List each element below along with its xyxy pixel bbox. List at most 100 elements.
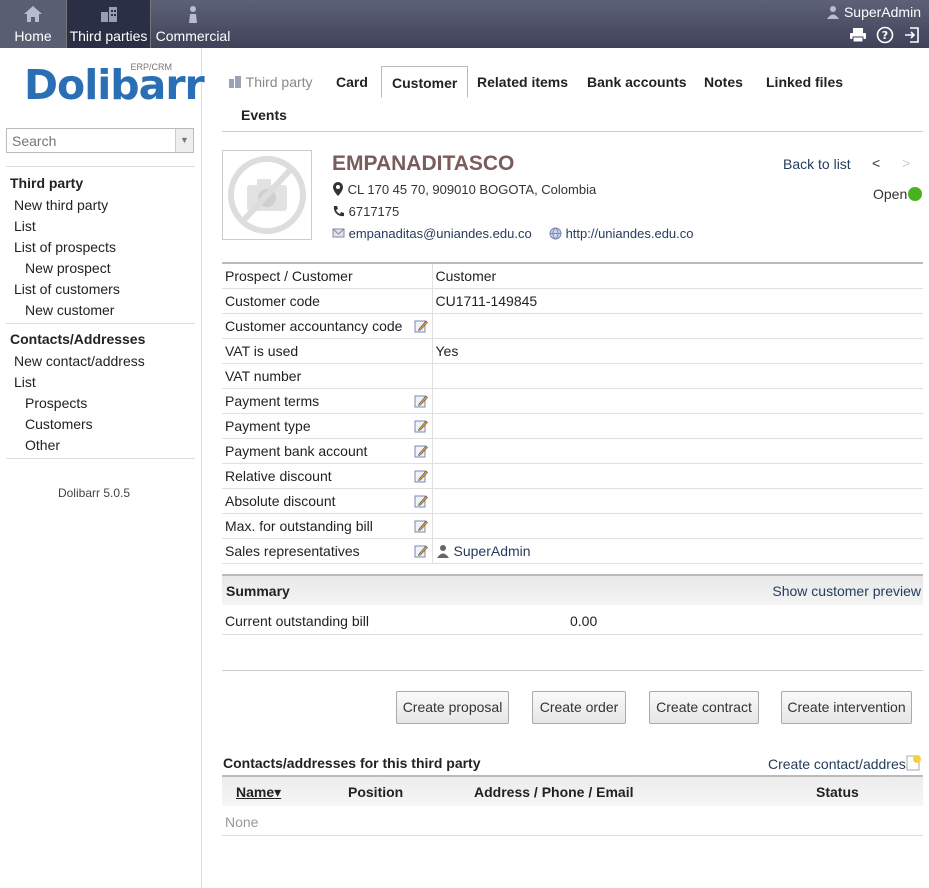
outstanding-bill-label: Current outstanding bill [225,613,369,629]
nav-home[interactable]: Home [0,0,66,48]
nav-commercial[interactable]: Commercial [152,0,234,48]
help-icon[interactable]: ? [876,26,894,44]
create-intervention-button[interactable]: Create intervention [781,691,912,724]
tab-linked-files[interactable]: Linked files [756,66,853,98]
summary-header: Summary Show customer preview [222,574,923,605]
user-menu[interactable]: SuperAdmin [826,4,921,20]
left-menu: ERP/CRM Dolibarr ▼ Third party New third… [0,48,205,888]
outstanding-bill-value: 0.00 [570,613,598,629]
user-name: SuperAdmin [843,4,921,20]
company-address: CL 170 45 70, 909010 BOGOTA, Colombia [347,182,597,197]
tab-events[interactable]: Events [231,99,297,131]
top-bar: Home Third parties Commercial SuperAdmin… [0,0,929,48]
create-contract-button[interactable]: Create contract [649,691,759,724]
tabs-underline [222,131,923,132]
field-value [432,363,923,389]
menu-new-prospect[interactable]: New prospect [25,260,111,276]
search-dropdown-icon[interactable]: ▼ [175,129,193,152]
briefcase-person-icon [189,6,197,23]
menu-list-customers[interactable]: List of customers [14,281,120,297]
company-photo-placeholder[interactable] [222,150,312,240]
create-proposal-button[interactable]: Create proposal [396,691,509,724]
tab-card[interactable]: Card [326,66,378,98]
contacts-table-header: Name▾ Position Address / Phone / Email S… [222,775,923,806]
menu-list-third-parties[interactable]: List [14,218,36,234]
edit-icon[interactable] [414,519,428,533]
home-icon [24,6,42,22]
no-photo-icon [228,156,306,234]
info-row: VAT number [222,363,923,389]
tab-related-items[interactable]: Related items [467,66,578,98]
tab-third-party[interactable]: Third party [218,66,323,98]
next-record-button[interactable]: > [902,155,910,171]
field-value-text: CU1711-149845 [435,292,538,309]
edit-icon[interactable] [414,494,428,508]
edit-icon[interactable] [414,469,428,483]
search-input[interactable] [7,129,173,152]
edit-icon[interactable] [414,544,428,558]
print-icon[interactable] [849,26,867,44]
menu-contacts-customers[interactable]: Customers [25,416,93,432]
nav-third-parties-label: Third parties [69,28,148,44]
menu-contacts-other[interactable]: Other [25,437,60,453]
info-row: Payment type [222,413,923,439]
column-position: Position [348,784,404,800]
menu-separator [6,458,195,459]
field-label: Customer code [222,288,433,314]
field-label: Sales representatives [222,538,433,564]
menu-list-prospects[interactable]: List of prospects [14,239,116,255]
field-label: Customer accountancy code [222,313,433,339]
logout-icon[interactable] [903,26,921,44]
column-address-phone-email: Address / Phone / Email [474,784,634,800]
divider [222,670,923,671]
info-row: Relative discount [222,463,923,489]
column-name-sort[interactable]: Name▾ [236,784,281,801]
company-website-link[interactable]: http://uniandes.edu.co [566,226,694,241]
column-name-label: Name [236,784,275,800]
nav-third-parties[interactable]: Third parties [66,0,151,48]
company-email-link[interactable]: empanaditas@uniandes.edu.co [349,226,532,241]
menu-new-contact[interactable]: New contact/address [14,353,145,369]
new-contact-icon[interactable] [905,754,922,771]
field-label-text: Prospect / Customer [225,267,353,284]
field-label-text: Absolute discount [225,492,336,509]
edit-icon[interactable] [414,319,428,333]
field-value [432,438,923,464]
tab-customer[interactable]: Customer [381,66,469,98]
field-label-text: Customer accountancy code [225,317,403,334]
edit-icon[interactable] [414,444,428,458]
field-label: Payment bank account [222,438,433,464]
sales-rep-link[interactable]: SuperAdmin [454,543,531,559]
edit-icon[interactable] [414,394,428,408]
info-row: Payment bank account [222,438,923,464]
menu-new-third-party[interactable]: New third party [14,197,108,213]
tab-notes[interactable]: Notes [694,66,753,98]
dolibarr-logo[interactable]: ERP/CRM Dolibarr [24,62,205,108]
menu-new-customer[interactable]: New customer [25,302,114,318]
status-open-icon [908,187,922,201]
tab-third-party-label: Third party [245,74,313,90]
company-contact-line: empanaditas@uniandes.edu.co http://unian… [332,226,694,241]
field-label-text: VAT number [225,367,302,384]
edit-icon[interactable] [414,419,428,433]
info-row: Customer code CU1711-149845 [222,288,923,314]
back-to-list-link[interactable]: Back to list [783,156,851,172]
version-label: Dolibarr 5.0.5 [57,486,131,500]
previous-record-button[interactable]: < [872,155,880,171]
menu-contacts-prospects[interactable]: Prospects [25,395,87,411]
show-customer-preview-link[interactable]: Show customer preview [772,583,921,599]
field-label-text: Relative discount [225,467,332,484]
menu-third-party[interactable]: Third party [10,175,83,191]
menu-list-contacts[interactable]: List [14,374,36,390]
menu-contacts-addresses[interactable]: Contacts/Addresses [10,331,145,347]
search-box[interactable]: ▼ [6,128,194,153]
outstanding-bill-row: Current outstanding bill 0.00 [222,605,923,635]
info-row: Absolute discount [222,488,923,514]
field-label: Payment type [222,413,433,439]
create-contact-link[interactable]: Create contact/address [768,756,913,772]
column-status: Status [816,784,859,800]
field-value [432,388,923,414]
tab-bank-accounts[interactable]: Bank accounts [577,66,697,98]
create-order-button[interactable]: Create order [532,691,626,724]
nav-home-label: Home [14,28,52,44]
